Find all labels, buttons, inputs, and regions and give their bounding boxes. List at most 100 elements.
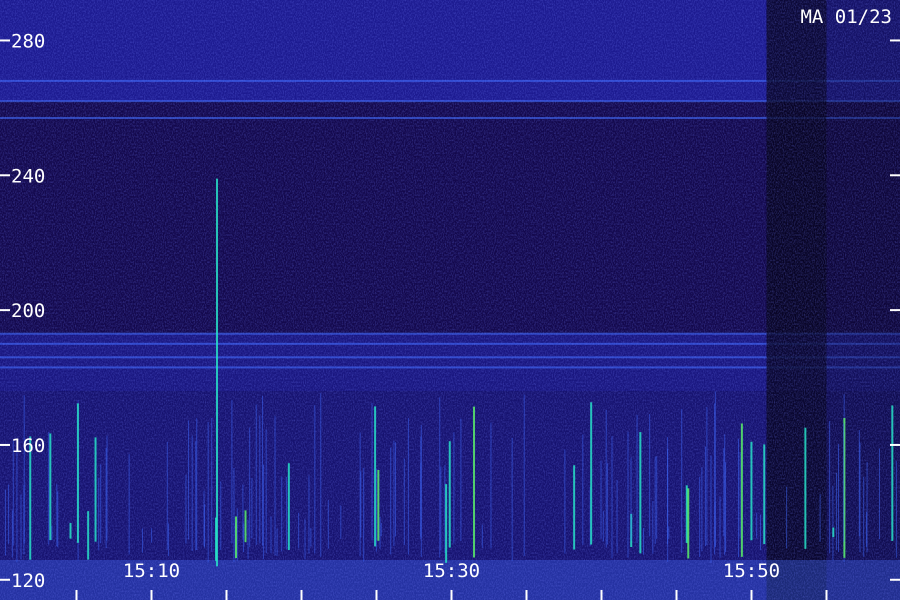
burst-line — [128, 454, 130, 555]
burst-line — [281, 476, 283, 552]
burst-line — [725, 462, 727, 553]
x-tick-label: 15:30 — [423, 560, 480, 582]
burst-line — [308, 475, 310, 554]
tall-spike — [216, 178, 218, 567]
burst-line — [207, 422, 209, 563]
burst-line — [196, 418, 198, 550]
burst-line — [439, 397, 441, 558]
spectrogram-chart: 120 160 200 240 280 15:10 15:30 15:50 MA 01/23 — [0, 0, 900, 600]
burst-line — [837, 444, 839, 553]
burst-line — [473, 406, 476, 558]
burst-line — [105, 448, 107, 549]
x-tick-label: 15:50 — [723, 560, 780, 582]
burst-line — [262, 395, 264, 546]
burst-line — [706, 407, 708, 546]
burst-line — [668, 526, 670, 539]
burst-line — [804, 427, 807, 549]
burst-line — [511, 437, 513, 561]
burst-line — [360, 471, 362, 538]
burst-line — [310, 528, 312, 547]
burst-line — [611, 436, 613, 559]
burst-line — [786, 486, 788, 549]
burst-line — [656, 456, 658, 539]
burst-line — [76, 403, 79, 543]
burst-line — [374, 406, 377, 547]
burst-line — [244, 510, 247, 543]
burst-line — [251, 478, 253, 539]
burst-line — [832, 485, 834, 561]
burst-line — [276, 528, 278, 557]
burst-line — [255, 404, 257, 545]
burst-line — [739, 452, 741, 539]
burst-line — [274, 416, 276, 556]
y-tick-label: 160 — [11, 435, 45, 457]
burst-line — [11, 510, 13, 558]
burst-line — [573, 465, 576, 550]
burst-line — [98, 478, 100, 551]
burst-line — [242, 484, 244, 540]
burst-line — [760, 514, 762, 550]
burst-line — [891, 405, 894, 541]
burst-line — [687, 488, 690, 559]
burst-line — [23, 395, 25, 544]
burst-line — [49, 433, 52, 541]
burst-line — [235, 516, 238, 559]
burst-line — [379, 516, 381, 549]
burst-line — [106, 435, 108, 541]
burst-line — [327, 500, 329, 549]
burst-line — [259, 415, 261, 544]
burst-line — [681, 408, 683, 554]
burst-line — [168, 523, 170, 557]
burst-line — [185, 474, 187, 544]
burst-line — [704, 446, 706, 547]
burst-line — [87, 511, 90, 560]
burst-line — [286, 477, 288, 550]
burst-line — [639, 432, 642, 554]
burst-line — [247, 519, 249, 560]
burst-line — [57, 491, 59, 548]
burst-line — [701, 467, 703, 552]
burst-line — [141, 528, 143, 553]
burst-line — [602, 510, 604, 542]
burst-line — [304, 519, 306, 560]
burst-line — [340, 505, 342, 539]
burst-line — [699, 476, 701, 557]
burst-line — [188, 420, 190, 540]
burst-line — [710, 455, 712, 563]
burst-line — [151, 528, 153, 543]
burst-line — [16, 446, 18, 563]
burst-line — [375, 468, 377, 552]
x-tick-label: 15:10 — [123, 560, 180, 582]
burst-line — [420, 462, 422, 537]
burst-line — [865, 512, 867, 547]
burst-line — [832, 527, 835, 538]
burst-line — [819, 493, 821, 542]
burst-line — [523, 394, 525, 557]
burst-line — [220, 481, 222, 551]
burst-line — [100, 464, 102, 544]
burst-line — [750, 441, 753, 541]
burst-line — [48, 431, 50, 545]
burst-line — [652, 501, 654, 554]
burst-line — [714, 403, 716, 555]
y-tick-label: 240 — [11, 165, 45, 187]
burst-line — [564, 449, 566, 554]
burst-line — [756, 513, 758, 539]
burst-line — [636, 414, 638, 543]
burst-line — [4, 489, 6, 556]
burst-line — [270, 516, 272, 554]
burst-line — [490, 422, 492, 549]
burst-line — [166, 441, 168, 550]
burst-line — [249, 427, 251, 547]
burst-line — [667, 448, 669, 562]
burst-line — [859, 442, 861, 553]
burst-line — [719, 496, 721, 558]
burst-line — [590, 402, 593, 545]
burst-line — [878, 448, 880, 540]
burst-line — [231, 399, 233, 544]
burst-line — [738, 438, 740, 558]
burst-line — [20, 494, 22, 560]
burst-line — [829, 420, 831, 554]
burst-line — [265, 429, 267, 554]
burst-line — [203, 490, 205, 546]
